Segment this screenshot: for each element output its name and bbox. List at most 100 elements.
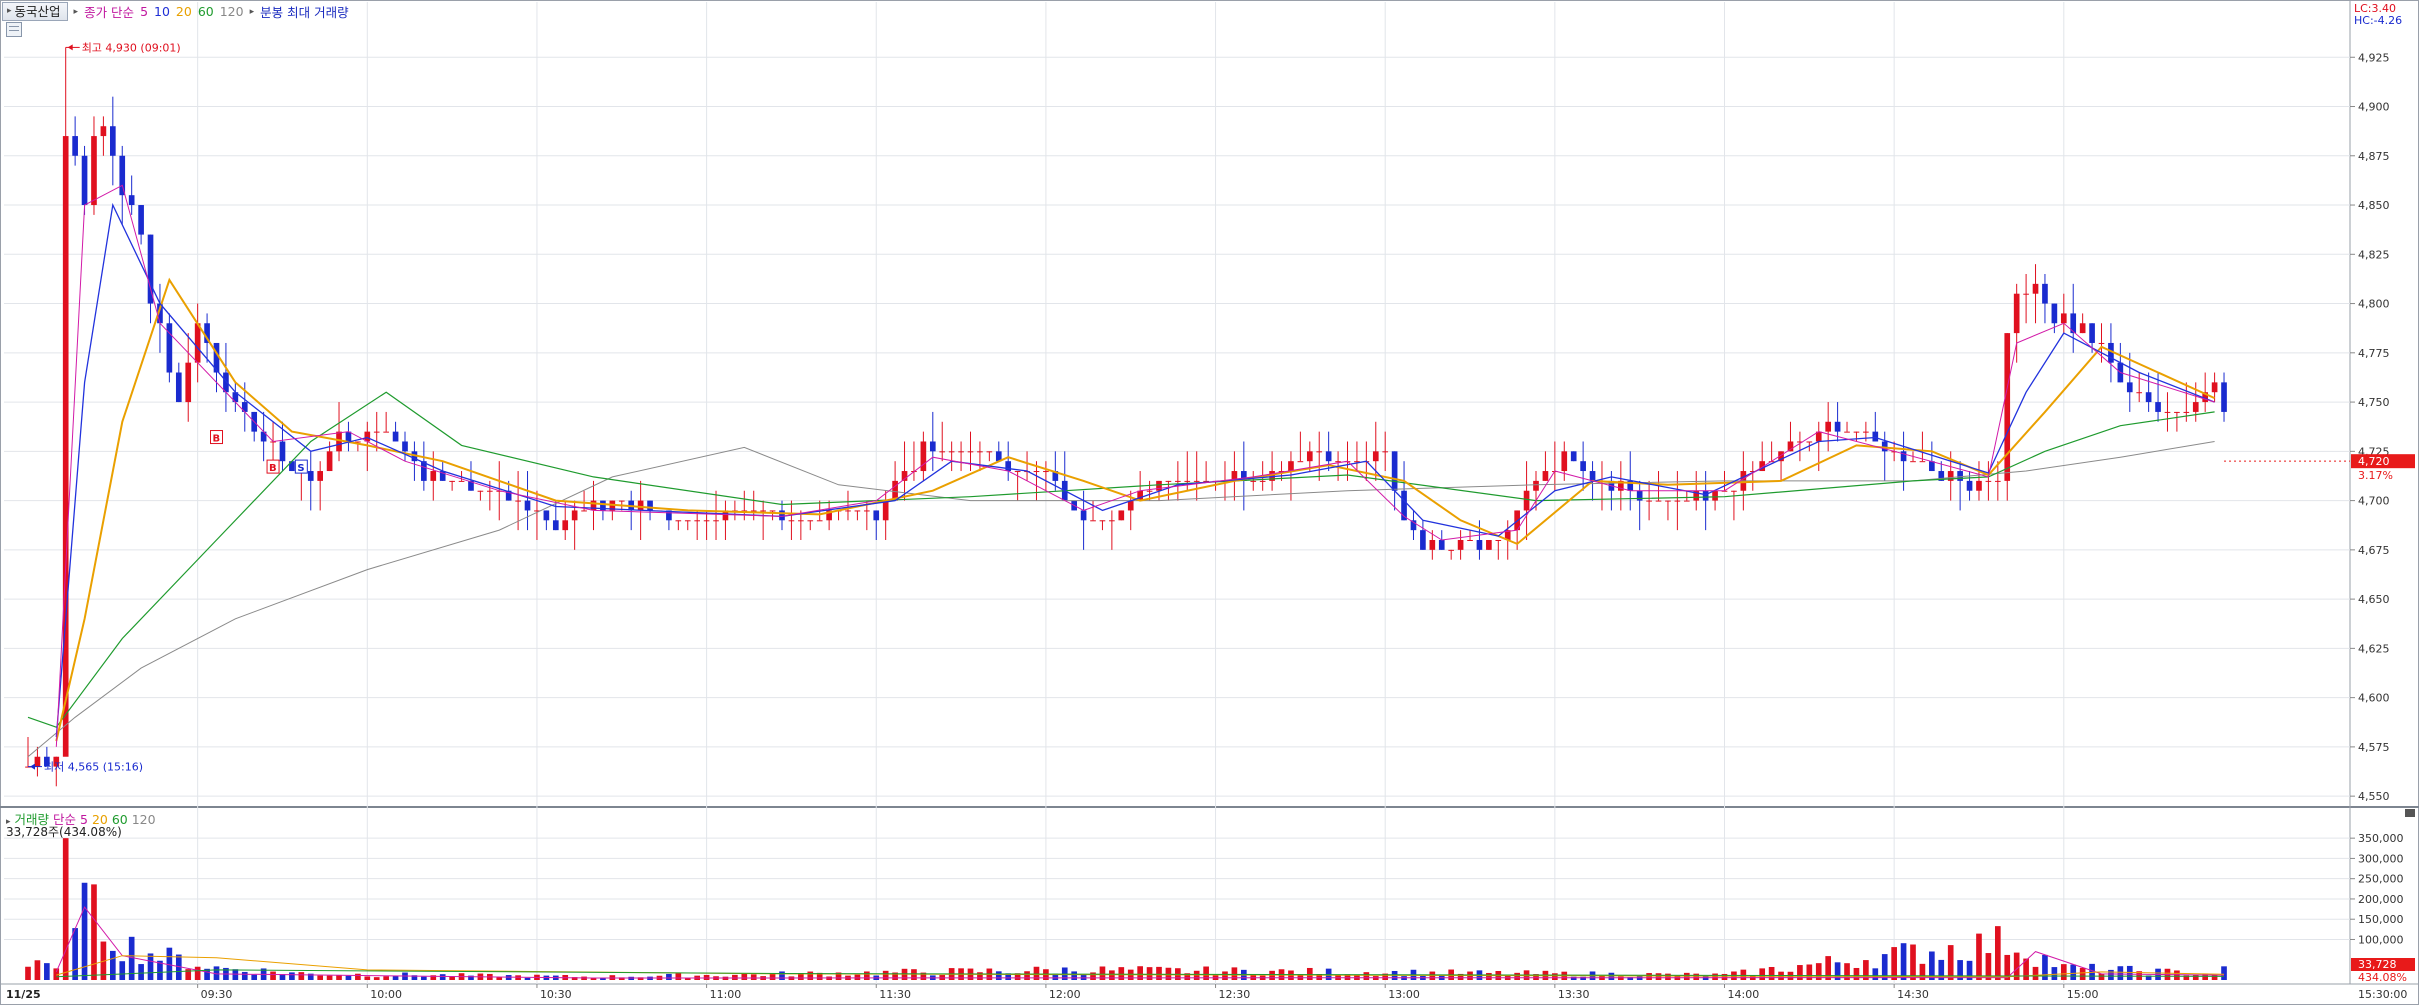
outer-frame: [0, 0, 2419, 1005]
low-annotation: 최저 4,565 (15:16): [44, 761, 143, 774]
x-tick-label: 13:30: [1558, 988, 1590, 1001]
candle-body: [430, 471, 437, 481]
candle-body: [1288, 461, 1294, 472]
candle-body: [1731, 490, 1737, 492]
ma60-legend[interactable]: 60: [198, 4, 214, 19]
volume-bar: [62, 838, 69, 980]
dropdown-triangle-icon: ▸: [7, 6, 12, 16]
candle-body: [1712, 490, 1718, 501]
volume-bar: [34, 960, 41, 980]
volume-bar: [1712, 973, 1718, 980]
volume-bar: [2174, 970, 2180, 980]
candle-body: [373, 431, 380, 433]
max-volume-legend[interactable]: 분봉 최대 거래량: [260, 2, 348, 21]
y-tick-label: 4,825: [2358, 248, 2390, 261]
candle-body: [1994, 480, 2001, 482]
chart-canvas: 4,5504,5754,6004,6254,6504,6754,7004,725…: [0, 0, 2419, 1005]
y-tick-label: 4,850: [2358, 199, 2390, 212]
x-tick-label: 13:00: [1388, 988, 1420, 1001]
candle-body: [590, 500, 597, 511]
x-tick-label: 11:00: [710, 988, 742, 1001]
candle-body: [392, 431, 399, 442]
candle-body: [2013, 293, 2020, 334]
calendar-icon[interactable]: [6, 22, 22, 37]
candle-body: [1099, 520, 1106, 522]
y-tick-label: 4,750: [2358, 396, 2390, 409]
candle-body: [882, 500, 889, 521]
signal-B: B: [213, 434, 221, 445]
x-tick-label: 09:30: [201, 988, 233, 1001]
candle-body: [1580, 461, 1586, 472]
volume-tick-label: 300,000: [2358, 852, 2404, 865]
candle-body: [1429, 540, 1436, 550]
ma5-legend[interactable]: 5: [140, 4, 148, 19]
candle-body: [477, 490, 484, 492]
candle-body: [1655, 500, 1662, 502]
candle-body: [1382, 451, 1389, 453]
candle-body: [2136, 392, 2143, 394]
candle-body: [2145, 392, 2152, 403]
candle-body: [34, 756, 41, 767]
candle-body: [1109, 520, 1115, 522]
volume-bar: [703, 974, 710, 980]
candle-body: [552, 520, 559, 531]
candle-body: [1438, 540, 1445, 550]
volume-bar: [2117, 966, 2124, 980]
y-tick-label: 4,925: [2358, 51, 2390, 64]
candle-body: [317, 471, 324, 481]
volume-bar: [2070, 964, 2077, 980]
candle-body: [1325, 451, 1332, 462]
y-tick-label: 4,700: [2358, 495, 2390, 508]
chart-toolbar: ▸ 동국산업 ▸ 종가 단순 5 10 20 60 120 ▸ 분봉 최대 거래…: [2, 2, 349, 21]
volume-bar: [1363, 972, 1370, 980]
y-tick-label: 4,775: [2358, 347, 2390, 360]
candle-body: [1863, 431, 1869, 433]
signal-S: S: [297, 463, 304, 474]
volume-tick-label: 100,000: [2358, 933, 2404, 946]
ma10-legend[interactable]: 10: [154, 4, 170, 19]
candle-body: [1495, 540, 1502, 541]
volume-bar: [1024, 971, 1030, 980]
candle-body: [854, 510, 861, 512]
candle-body: [1033, 471, 1040, 473]
candle-body: [515, 500, 521, 502]
candle-body: [939, 451, 946, 453]
candle-body: [703, 520, 710, 522]
price-legend-label: 종가 단순: [84, 5, 135, 20]
panel-resize-icon[interactable]: [2405, 809, 2415, 817]
volume-bar: [769, 973, 776, 980]
candle-body: [647, 500, 653, 511]
volume-bar: [1900, 943, 1907, 980]
candle-body: [1683, 500, 1690, 502]
candle-body: [81, 155, 88, 206]
y-tick-label: 4,550: [2358, 790, 2390, 803]
volume-bar: [1853, 967, 1860, 980]
candle-body: [713, 520, 719, 522]
volume-bar: [2032, 966, 2039, 980]
candle-body: [958, 451, 964, 453]
volume-bar: [138, 964, 144, 980]
signal-B: B: [269, 463, 277, 474]
current-change-label: 3.17%: [2358, 469, 2393, 482]
volume-bar: [1947, 945, 1954, 980]
volume-bar: [1071, 971, 1078, 980]
volume-bar: [732, 974, 738, 980]
ma120-legend[interactable]: 120: [220, 4, 244, 19]
candle-body: [1542, 471, 1549, 481]
candle-body: [138, 205, 144, 235]
volume-bar: [854, 974, 861, 980]
stock-selector[interactable]: ▸ 동국산업: [2, 2, 68, 21]
vol-ma120-legend[interactable]: 120: [132, 812, 156, 827]
candle-body: [175, 372, 182, 403]
ma20-legend[interactable]: 20: [176, 4, 192, 19]
volume-bar: [251, 974, 258, 980]
candle-body: [1391, 451, 1398, 491]
volume-bar: [1740, 969, 1747, 980]
candle-body: [449, 480, 455, 482]
candle-body: [119, 155, 126, 196]
volume-bar: [1193, 970, 1200, 980]
candle-body: [147, 234, 154, 304]
candle-body: [675, 520, 682, 522]
candle-body: [1193, 480, 1200, 482]
candle-body: [1570, 451, 1577, 462]
